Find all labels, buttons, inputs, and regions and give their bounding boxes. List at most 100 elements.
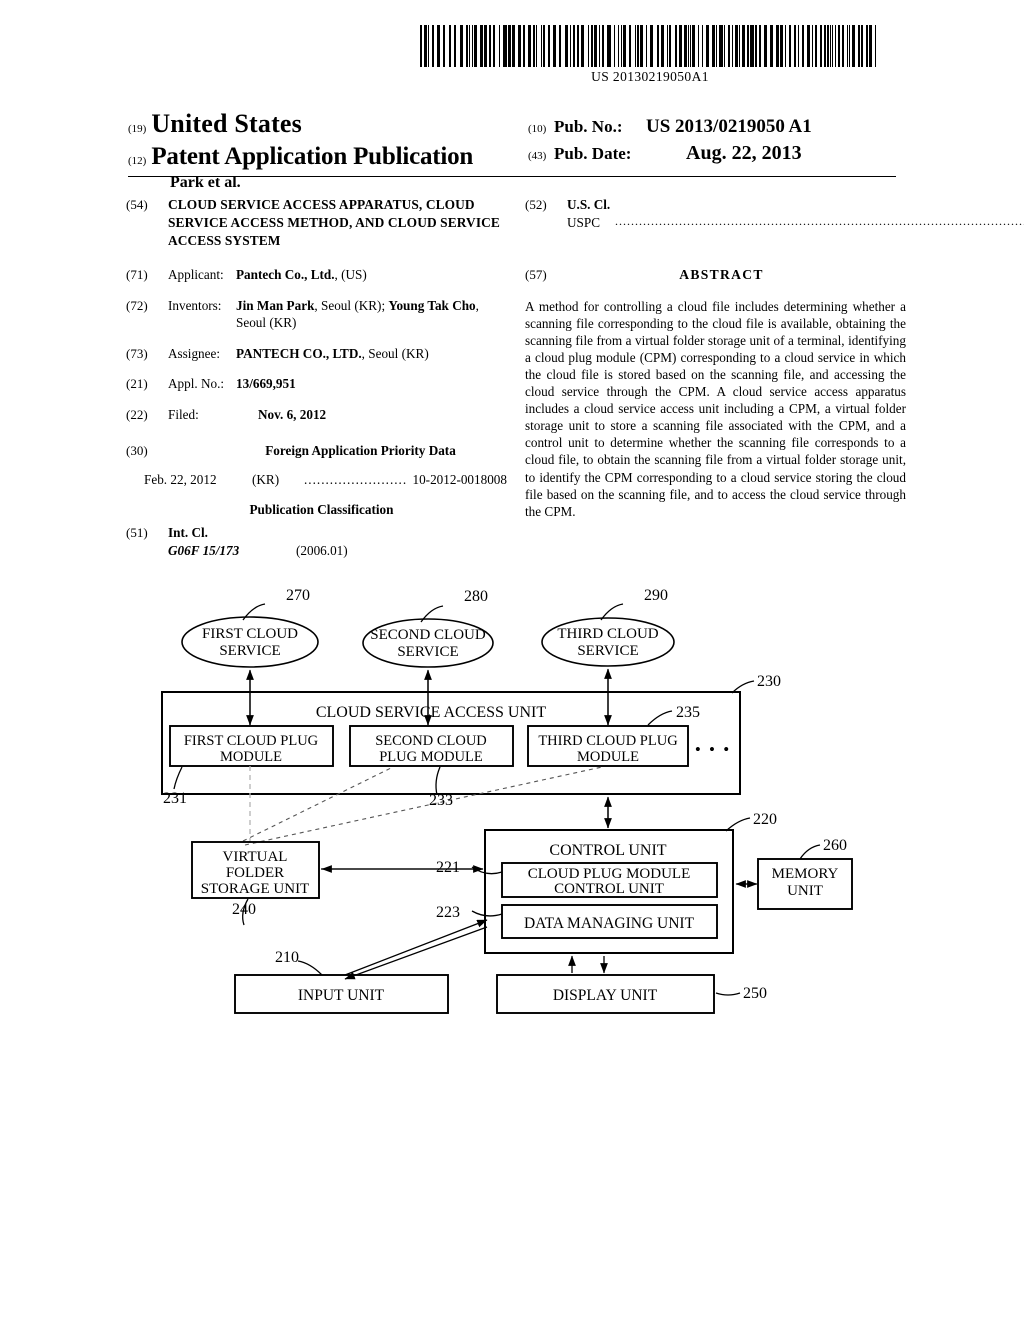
cloud-1-label-line2: SERVICE bbox=[219, 643, 280, 659]
field-71-applicant: (71) Applicant: Pantech Co., Ltd., (US) bbox=[126, 266, 507, 284]
ref-210: 210 bbox=[275, 949, 299, 966]
field-30-code: (30) bbox=[126, 442, 148, 458]
pub-no-label: Pub. No.: bbox=[554, 117, 623, 136]
data-managing-unit-label: DATA MANAGING UNIT bbox=[524, 915, 695, 932]
masthead-right: (10) Pub. No.: US 2013/0219050 A1 (43) P… bbox=[528, 86, 898, 169]
ipc-code: G06F 15/173 bbox=[168, 542, 240, 558]
field-57-abstract: (57) ABSTRACT bbox=[525, 266, 906, 284]
assignee-value: PANTECH CO., LTD., Seoul (KR) bbox=[236, 345, 507, 363]
field-52-us-cl: (52) U.S. Cl. USPC .....................… bbox=[525, 196, 1024, 232]
priority-country: (KR) bbox=[252, 472, 280, 488]
lead-223 bbox=[471, 910, 503, 917]
figure-svg: FIRST CLOUD SERVICE SECOND CLOUD SERVICE… bbox=[161, 587, 853, 1014]
inventor-1-name: Jin Man Park bbox=[236, 297, 315, 313]
field-73-code: (73) bbox=[126, 345, 148, 361]
cloud-3-label-line2: SERVICE bbox=[577, 643, 638, 659]
bibliographic-data: (54) CLOUD SERVICE ACCESS APPARATUS, CLO… bbox=[126, 196, 1024, 572]
country-title: United States bbox=[151, 109, 302, 138]
cloud-1-label-line1: FIRST CLOUD bbox=[202, 626, 298, 642]
cloud-service-access-unit-label: CLOUD SERVICE ACCESS UNIT bbox=[316, 704, 547, 721]
field-51-int-cl: (51) Int. Cl. G06F 15/173 (2006.01) bbox=[126, 524, 507, 559]
inventor-1-location: , Seoul (KR); bbox=[314, 297, 389, 313]
pm3-label-line1: THIRD CLOUD PLUG bbox=[538, 733, 678, 749]
inventor-2-name: Young Tak Cho bbox=[388, 297, 476, 313]
lead-260 bbox=[799, 844, 821, 860]
plug-modules-ellipsis: • • • bbox=[695, 740, 731, 759]
uspc-dots: ........................................… bbox=[615, 213, 1024, 228]
pm2-label-line2: PLUG MODULE bbox=[379, 749, 483, 765]
ref-280: 280 bbox=[464, 588, 488, 605]
pm2-label-line1: SECOND CLOUD bbox=[375, 733, 487, 749]
ref-230: 230 bbox=[757, 673, 781, 690]
inventors-value: Jin Man Park, Seoul (KR); Young Tak Cho,… bbox=[236, 297, 507, 332]
publication-classification-heading: Publication Classification bbox=[249, 502, 394, 518]
vfs-label-line3: STORAGE UNIT bbox=[201, 881, 309, 897]
cloud-3-label-line1: THIRD CLOUD bbox=[557, 626, 658, 642]
field-21-appl-no: (21) Appl. No.: 13/669,951 bbox=[126, 375, 507, 393]
applicant-country: , (US) bbox=[334, 267, 367, 283]
cpm-control-unit-line2: CONTROL UNIT bbox=[554, 881, 664, 897]
ref-221: 221 bbox=[436, 859, 460, 876]
us-cl-body: U.S. Cl. USPC ..........................… bbox=[567, 196, 1024, 232]
ref-240: 240 bbox=[232, 901, 256, 918]
pm1-label-line1: FIRST CLOUD PLUG bbox=[184, 733, 319, 749]
field-73-assignee: (73) Assignee: PANTECH CO., LTD., Seoul … bbox=[126, 345, 507, 363]
vfs-label-line2: FOLDER bbox=[226, 865, 284, 881]
lead-233 bbox=[435, 766, 441, 796]
arrow-cu-input bbox=[344, 926, 488, 980]
patent-front-page: US 20130219050A1 (19) United States (12)… bbox=[0, 0, 1024, 1320]
publication-number-barcode-text: US 20130219050A1 bbox=[591, 69, 709, 84]
lead-221 bbox=[471, 866, 503, 875]
dashed-pm2-vfs bbox=[242, 766, 394, 842]
barcode-area: US 20130219050A1 bbox=[420, 25, 880, 85]
cloud-1-shape bbox=[181, 616, 319, 668]
dashed-pm3-vfs bbox=[244, 766, 603, 846]
ipc-version: (2006.01) bbox=[296, 542, 348, 558]
ref-231: 231 bbox=[163, 790, 187, 807]
filed-value: Nov. 6, 2012 bbox=[258, 407, 327, 423]
assignee-location: , Seoul (KR) bbox=[361, 345, 429, 361]
pub-date-value: Aug. 22, 2013 bbox=[686, 142, 802, 164]
ref-235: 235 bbox=[676, 704, 700, 721]
arrow-input-cu bbox=[344, 919, 488, 976]
display-unit-label: DISPLAY UNIT bbox=[553, 987, 658, 1004]
uspc-row: USPC ...................................… bbox=[567, 214, 1024, 232]
masthead-left: (19) United States (12) Patent Applicati… bbox=[128, 109, 528, 192]
abstract-text: A method for controlling a cloud file in… bbox=[525, 298, 906, 519]
pub-no-value: US 2013/0219050 A1 bbox=[646, 116, 812, 137]
lead-231 bbox=[173, 766, 183, 790]
lead-250 bbox=[715, 992, 741, 996]
inventors-label: Inventors: bbox=[168, 297, 222, 313]
ref-220: 220 bbox=[753, 811, 777, 828]
pub-date-label: Pub. Date: bbox=[554, 144, 632, 163]
applicant-name: Pantech Co., Ltd. bbox=[236, 267, 335, 283]
vfs-label-line1: VIRTUAL bbox=[223, 849, 288, 865]
code-12: (12) bbox=[128, 155, 147, 167]
int-cl-body: Int. Cl. G06F 15/173 (2006.01) bbox=[168, 524, 507, 559]
field-30-foreign-priority: (30) Foreign Application Priority Data bbox=[126, 442, 507, 460]
ref-260: 260 bbox=[823, 837, 847, 854]
abstract-heading: ABSTRACT bbox=[679, 266, 764, 282]
lead-210 bbox=[297, 960, 323, 976]
header-divider bbox=[128, 176, 896, 177]
priority-dots: ........................................… bbox=[304, 472, 408, 488]
pm3-label-line2: MODULE bbox=[577, 749, 639, 765]
input-unit-label: INPUT UNIT bbox=[298, 987, 385, 1004]
memory-unit-line2: UNIT bbox=[787, 883, 823, 899]
figure-block-diagram: FIRST CLOUD SERVICE SECOND CLOUD SERVICE… bbox=[0, 575, 1024, 1045]
cloud-2-label-line2: SERVICE bbox=[397, 644, 458, 660]
biblio-left-column: (54) CLOUD SERVICE ACCESS APPARATUS, CLO… bbox=[126, 196, 507, 572]
applicant-label: Applicant: bbox=[168, 267, 224, 283]
cloud-2-label-line1: SECOND CLOUD bbox=[370, 627, 486, 643]
us-cl-label: U.S. Cl. bbox=[567, 197, 611, 212]
document-type-title: Patent Application Publication bbox=[151, 143, 474, 170]
ref-233: 233 bbox=[429, 792, 453, 809]
code-10: (10) bbox=[528, 123, 547, 135]
field-52-code: (52) bbox=[525, 197, 547, 212]
pm1-label-line2: MODULE bbox=[220, 749, 282, 765]
appl-no-label: Appl. No.: bbox=[168, 376, 225, 392]
field-21-code: (21) bbox=[126, 376, 148, 392]
uspc-label: USPC bbox=[567, 214, 600, 230]
assignee-name: PANTECH CO., LTD. bbox=[236, 345, 362, 361]
biblio-right-column: (52) U.S. Cl. USPC .....................… bbox=[517, 196, 1024, 572]
